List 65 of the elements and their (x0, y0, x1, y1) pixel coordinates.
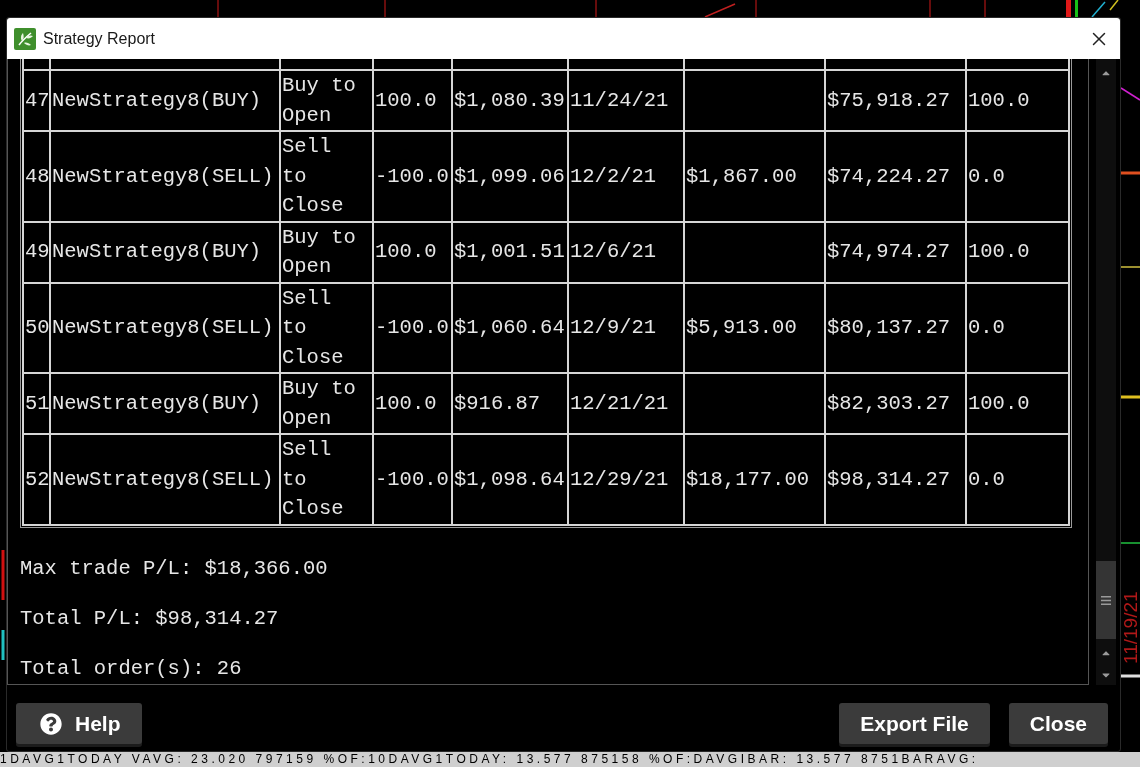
table-cell: 100.0 (966, 70, 1069, 131)
table-cell: $1,060.64 (452, 282, 568, 373)
table-cell: 12/9/21 (568, 282, 684, 373)
table-cell: 0.0 (966, 131, 1069, 222)
table-cell: $80,137.27 (825, 282, 966, 373)
scrollbar[interactable] (1096, 59, 1116, 685)
table-cell: $1,098.64 (452, 434, 568, 525)
table-cell: NewStrategy8(SELL) (50, 131, 280, 222)
table-cell: $1,080.39 (452, 70, 568, 131)
dialog-button[interactable]: Help (16, 703, 142, 744)
dialog-button[interactable]: Export File (839, 703, 990, 744)
table-cell: 49 (23, 221, 50, 283)
table-cell: 100.0 (966, 221, 1069, 283)
table-cell: NewStrategy8(BUY) (50, 373, 280, 434)
table-cell: 12/21/21 (568, 373, 684, 434)
status-text: 1DAVG1TODAY VAVG: 23.020 797159 %OF:10DAVG1TODAY: 13.577 875158 %OF:DAVGIBAR: 13.577 8751BARAVG: (0, 752, 979, 767)
table-cell: $75,918.27 (825, 70, 966, 131)
leaf-icon (14, 27, 36, 50)
table-cell: 47 (23, 70, 50, 131)
table-cell: Sell to Close (280, 434, 373, 525)
table-cell: 100.0 (966, 373, 1069, 434)
table-cell: Buy to Open (280, 221, 373, 283)
table-cell: $1,867.00 (684, 131, 825, 222)
table-cell: -100.0 (373, 131, 452, 222)
table-cell: 12/2/21 (568, 131, 684, 222)
chart-date-label: 11/19/21 (1121, 590, 1140, 664)
summary-text: Max trade P/L: $18,366.00 (20, 555, 328, 582)
table-cell: Sell to Close (280, 131, 373, 222)
window-title: Strategy Report (43, 28, 156, 49)
summary-text: Total order(s): 26 (20, 655, 242, 682)
grip-lines-icon (1101, 595, 1111, 605)
table-cell: 52 (23, 434, 50, 525)
table-cell: 100.0 (373, 70, 452, 131)
scroll-thumb[interactable] (1096, 561, 1116, 639)
table-cell: -100.0 (373, 434, 452, 525)
table-cell: $82,303.27 (825, 373, 966, 434)
table-cell: $5,913.00 (684, 282, 825, 373)
table-cell: Sell to Close (280, 282, 373, 373)
help-icon (40, 712, 62, 735)
table-cell: -100.0 (373, 282, 452, 373)
table-cell: $916.87 (452, 373, 568, 434)
table-cell: 48 (23, 131, 50, 222)
table-cell: Buy to Open (280, 70, 373, 131)
table-cell: Buy to Open (280, 373, 373, 434)
summary-text: Total P/L: $98,314.27 (20, 605, 279, 632)
dialog-button[interactable]: Close (1008, 703, 1108, 744)
table-cell: 0.0 (966, 282, 1069, 373)
table-cell: 0.0 (966, 434, 1069, 525)
table-cell: 11/24/21 (568, 70, 684, 131)
table-cell: 100.0 (373, 221, 452, 283)
table-cell: $18,177.00 (684, 434, 825, 525)
table-cell: 12/6/21 (568, 221, 684, 283)
table-cell: $1,001.51 (452, 221, 568, 283)
table-cell: 100.0 (373, 373, 452, 434)
table-cell: $98,314.27 (825, 434, 966, 525)
table-cell: NewStrategy8(SELL) (50, 282, 280, 373)
table-cell: $1,099.06 (452, 131, 568, 222)
table-cell: $74,974.27 (825, 221, 966, 283)
table-cell: 51 (23, 373, 50, 434)
table-cell: NewStrategy8(SELL) (50, 434, 280, 525)
table-cell: NewStrategy8(BUY) (50, 70, 280, 131)
table-cell: NewStrategy8(BUY) (50, 221, 280, 283)
table-cell: 12/29/21 (568, 434, 684, 525)
table-cell: 50 (23, 282, 50, 373)
table-cell: $74,224.27 (825, 131, 966, 222)
